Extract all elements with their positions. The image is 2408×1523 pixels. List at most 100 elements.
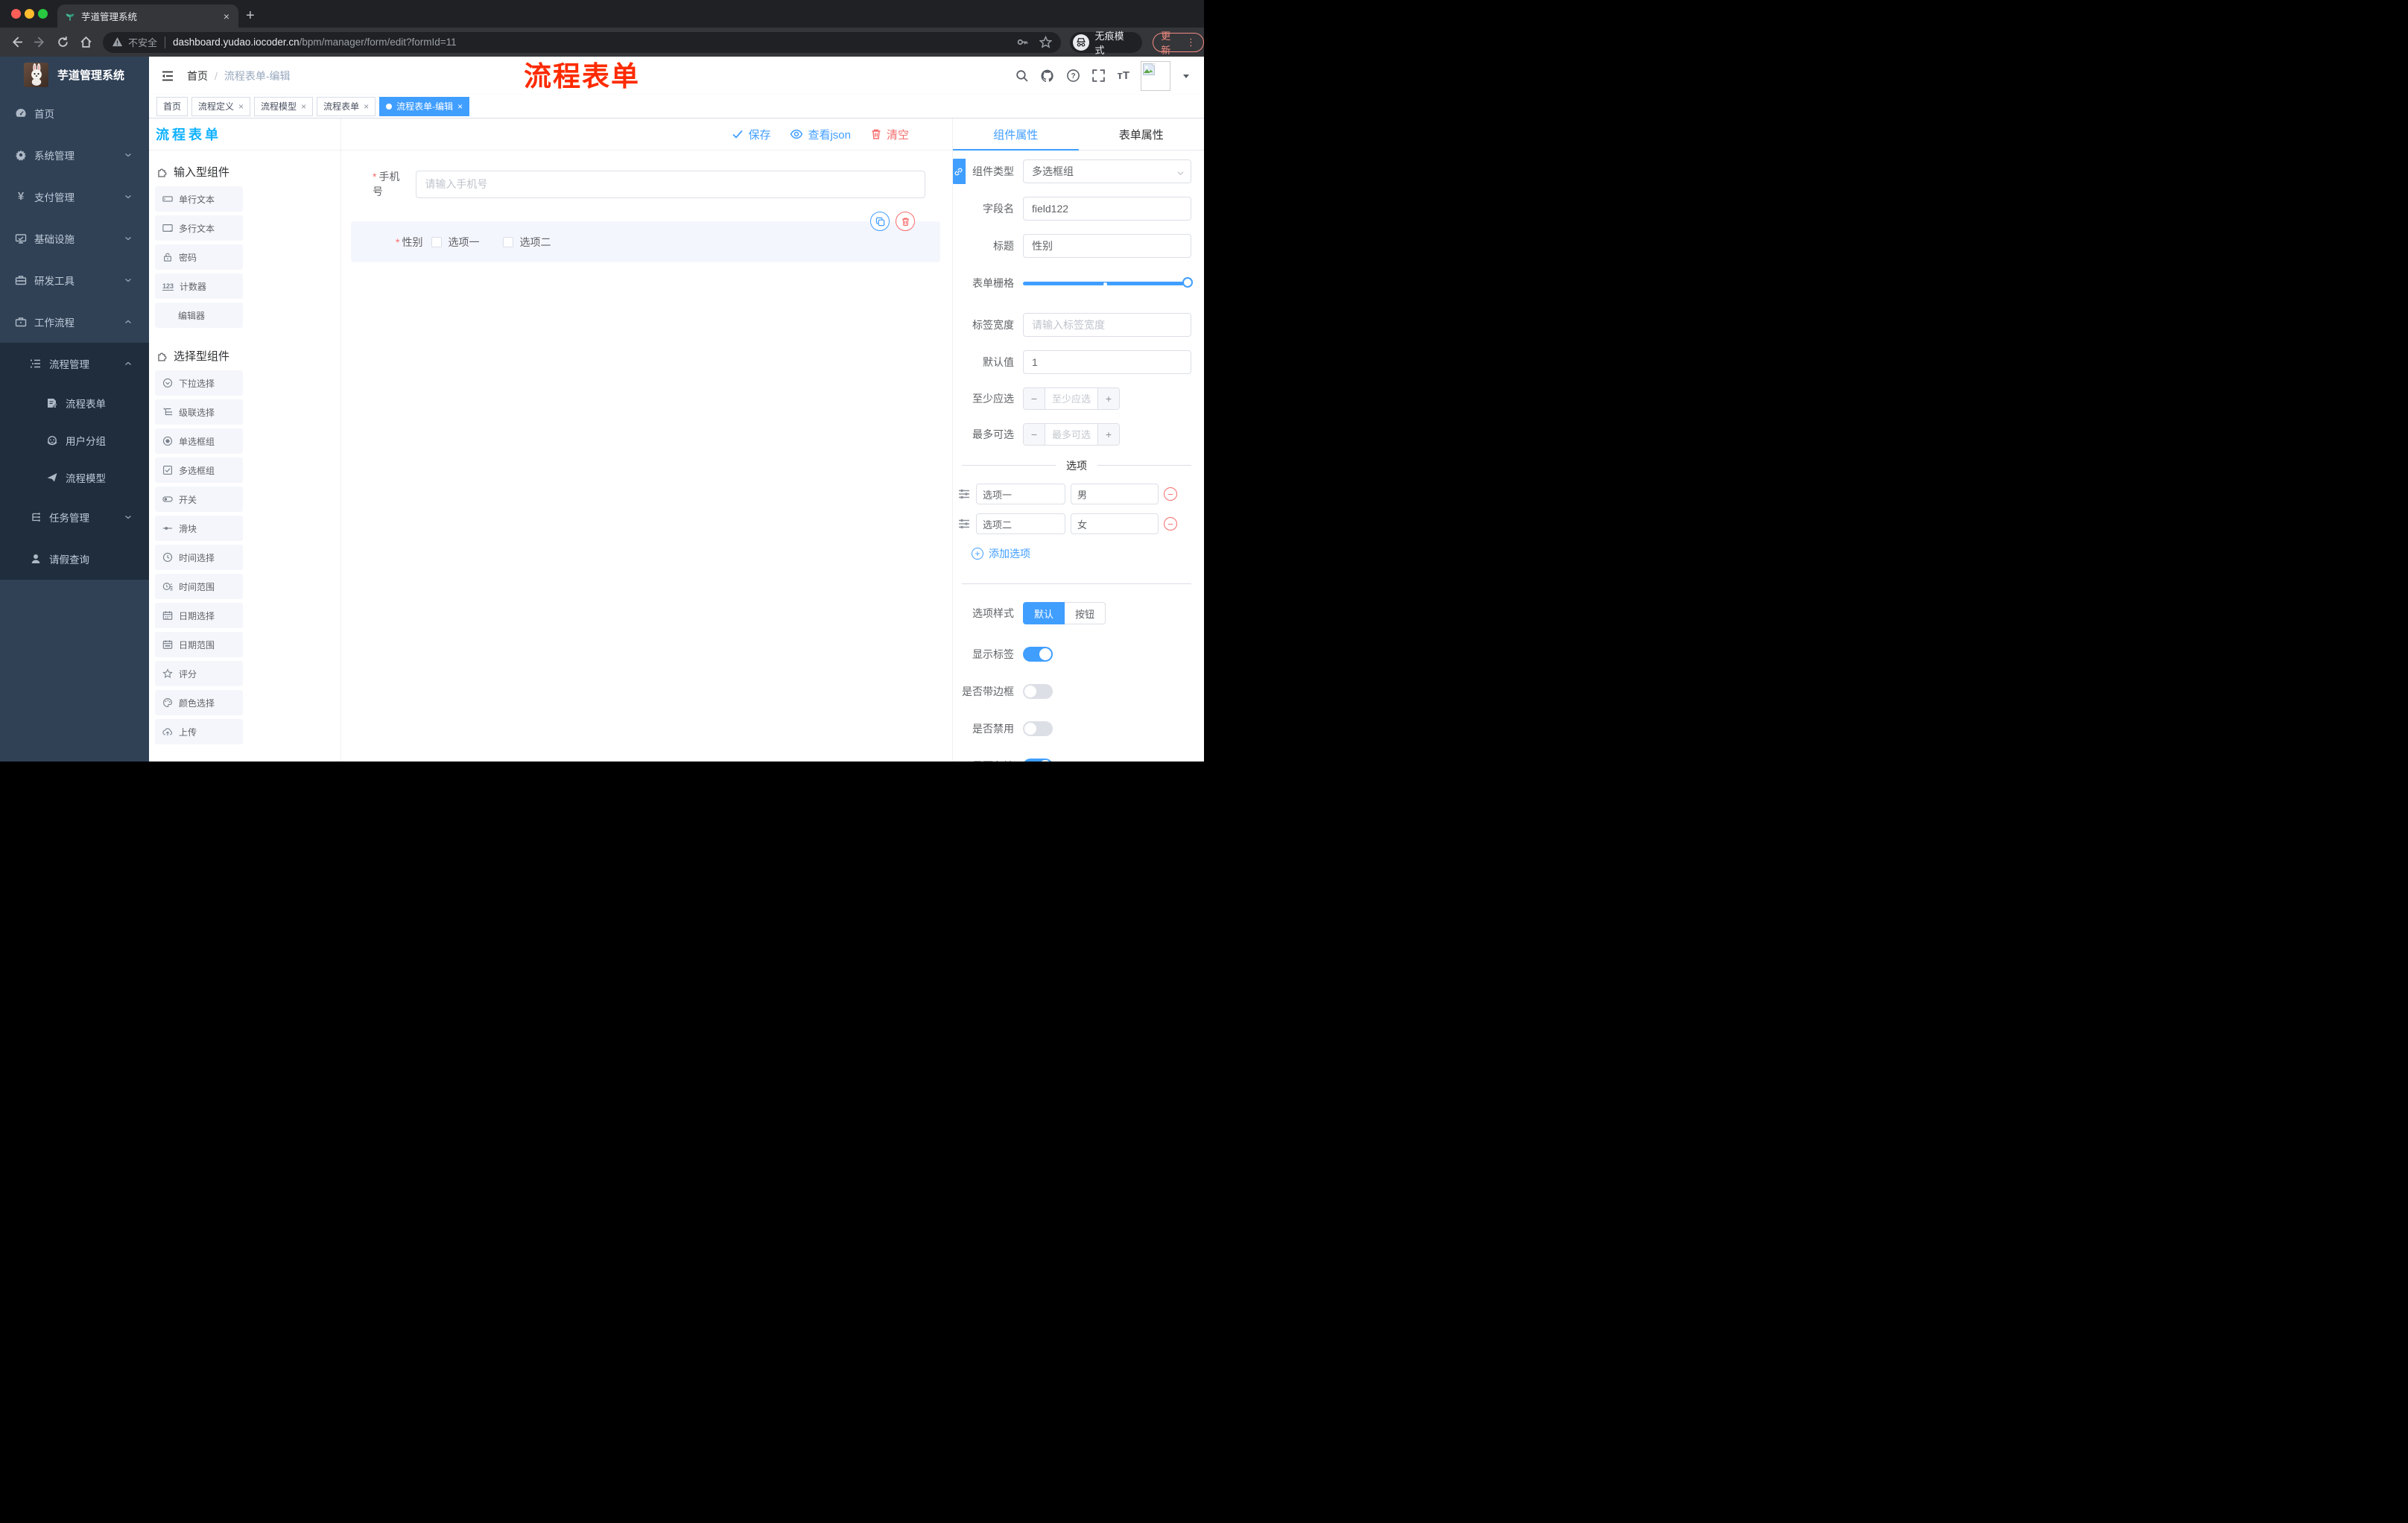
delete-component-button[interactable] xyxy=(896,212,915,231)
component-password[interactable]: 密码 xyxy=(155,244,243,270)
drag-handle-icon[interactable] xyxy=(957,487,971,501)
max-select-input[interactable] xyxy=(1045,424,1097,445)
required-toggle[interactable] xyxy=(1023,759,1053,762)
sidebar-item-task-management[interactable]: 任务管理 xyxy=(0,496,149,538)
window-zoom-button[interactable] xyxy=(38,9,48,19)
component-time-picker[interactable]: 时间选择 xyxy=(155,545,243,570)
label-width-input[interactable] xyxy=(1023,313,1191,337)
window-minimize-button[interactable] xyxy=(25,9,34,19)
component-radio-group[interactable]: 单选框组 xyxy=(155,428,243,454)
component-switch[interactable]: 开关 xyxy=(155,487,243,512)
help-icon[interactable]: ? xyxy=(1066,69,1080,83)
view-tab-process-definition[interactable]: 流程定义 × xyxy=(191,96,251,116)
sidebar-logo[interactable]: 芋道管理系统 xyxy=(0,57,149,92)
option-label-input[interactable] xyxy=(976,484,1065,504)
phone-input[interactable] xyxy=(416,170,925,198)
view-tab-process-model[interactable]: 流程模型 × xyxy=(254,96,314,116)
sidebar-item-workflow[interactable]: 工作流程 xyxy=(0,301,149,343)
new-tab-button[interactable]: + xyxy=(246,5,255,26)
remove-option-button[interactable]: − xyxy=(1164,517,1177,531)
style-default-button[interactable]: 默认 xyxy=(1023,602,1065,624)
remove-option-button[interactable]: − xyxy=(1164,487,1177,501)
min-select-input[interactable] xyxy=(1045,388,1097,409)
sidebar-item-process-model[interactable]: 流程模型 xyxy=(0,459,149,496)
sidebar-item-dev-tools[interactable]: 研发工具 xyxy=(0,259,149,301)
component-single-line-text[interactable]: 单行文本 xyxy=(155,186,243,212)
avatar-caret-icon[interactable] xyxy=(1182,72,1191,80)
close-icon[interactable]: × xyxy=(301,101,306,112)
add-option-button[interactable]: + 添加选项 xyxy=(972,546,1191,561)
component-checkbox-group[interactable]: 多选框组 xyxy=(155,457,243,483)
window-close-button[interactable] xyxy=(11,9,21,19)
forward-icon[interactable] xyxy=(34,36,46,48)
browser-menu-kebab-icon[interactable]: ⋮ xyxy=(1186,37,1196,48)
sidebar-item-process-form[interactable]: 流程表单 xyxy=(0,384,149,422)
sidebar-item-home[interactable]: 首页 xyxy=(0,92,149,134)
component-cascader[interactable]: 级联选择 xyxy=(155,399,243,425)
back-icon[interactable] xyxy=(10,36,23,48)
home-icon[interactable] xyxy=(80,36,92,48)
option-label-input[interactable] xyxy=(976,513,1065,534)
component-type-select[interactable] xyxy=(1023,159,1191,183)
sidebar-item-infrastructure[interactable]: 基础设施 xyxy=(0,218,149,259)
view-tab-process-form[interactable]: 流程表单 × xyxy=(317,96,376,116)
browser-tab[interactable]: 芋道管理系统 × xyxy=(57,4,238,28)
slider-handle[interactable] xyxy=(1182,277,1193,288)
sidebar-item-process-management[interactable]: 流程管理 xyxy=(0,343,149,384)
hamburger-collapse-icon[interactable] xyxy=(160,69,175,83)
field-name-input[interactable] xyxy=(1023,197,1191,221)
component-date-picker[interactable]: 日期选择 xyxy=(155,603,243,628)
stepper-plus-button[interactable]: + xyxy=(1097,424,1119,445)
stepper-plus-button[interactable]: + xyxy=(1097,388,1119,409)
github-icon[interactable] xyxy=(1040,69,1055,83)
component-upload[interactable]: 上传 xyxy=(155,719,243,744)
tab-close-icon[interactable]: × xyxy=(222,10,231,22)
view-tab-home[interactable]: 首页 xyxy=(156,96,188,116)
drag-handle-icon[interactable] xyxy=(957,517,971,531)
default-value-input[interactable] xyxy=(1023,350,1191,374)
breadcrumb-home[interactable]: 首页 xyxy=(187,69,208,83)
canvas-field-gender-selected[interactable]: * 性别 选项一 选项二 xyxy=(351,212,940,262)
reload-icon[interactable] xyxy=(57,36,69,48)
sidebar-item-payment[interactable]: ¥ 支付管理 xyxy=(0,176,149,218)
sidebar-item-leave-query[interactable]: 请假查询 xyxy=(0,538,149,580)
component-slider[interactable]: 滑块 xyxy=(155,516,243,541)
save-button[interactable]: 保存 xyxy=(732,127,770,142)
component-date-range[interactable]: 日期范围 xyxy=(155,632,243,657)
component-multi-line-text[interactable]: 多行文本 xyxy=(155,215,243,241)
component-rate[interactable]: 评分 xyxy=(155,661,243,686)
component-counter[interactable]: 123 计数器 xyxy=(155,273,243,299)
checkbox-option1[interactable] xyxy=(431,236,443,247)
duplicate-component-button[interactable] xyxy=(870,212,890,231)
checkbox-option2[interactable] xyxy=(503,236,514,247)
close-icon[interactable]: × xyxy=(364,101,369,112)
security-label[interactable]: 不安全 xyxy=(128,35,157,49)
component-select[interactable]: 下拉选择 xyxy=(155,370,243,396)
view-tab-process-form-edit[interactable]: 流程表单-编辑 × xyxy=(379,96,470,116)
disabled-toggle[interactable] xyxy=(1023,721,1053,736)
canvas-field-phone[interactable]: * 手机号 xyxy=(373,169,925,199)
stepper-minus-button[interactable]: − xyxy=(1024,424,1045,445)
style-button-button[interactable]: 按钮 xyxy=(1065,602,1106,624)
border-toggle[interactable] xyxy=(1023,684,1053,699)
tab-component-properties[interactable]: 组件属性 xyxy=(953,118,1079,151)
address-bar[interactable]: 不安全 dashboard.yudao.iocoder.cn/bpm/manag… xyxy=(103,31,1061,53)
option-value-input[interactable] xyxy=(1071,513,1159,534)
password-key-icon[interactable] xyxy=(1016,36,1029,48)
close-icon[interactable]: × xyxy=(238,101,244,112)
fullscreen-icon[interactable] xyxy=(1091,69,1106,83)
close-icon[interactable]: × xyxy=(457,101,463,112)
clear-button[interactable]: 清空 xyxy=(870,127,909,142)
view-json-button[interactable]: 查看json xyxy=(790,127,851,142)
component-editor[interactable]: 编辑器 xyxy=(155,303,243,328)
data-binding-link-button[interactable] xyxy=(953,159,966,184)
component-time-range[interactable]: 时间范围 xyxy=(155,574,243,599)
browser-update-button[interactable]: 更新 ⋮ xyxy=(1153,31,1204,56)
search-icon[interactable] xyxy=(1015,69,1029,83)
tab-form-properties[interactable]: 表单属性 xyxy=(1079,118,1205,150)
title-input[interactable] xyxy=(1023,234,1191,258)
show-label-toggle[interactable] xyxy=(1023,647,1053,662)
sidebar-item-user-group[interactable]: 用户分组 xyxy=(0,422,149,459)
bookmark-star-icon[interactable] xyxy=(1039,36,1052,48)
font-size-icon[interactable]: тT xyxy=(1117,69,1129,82)
